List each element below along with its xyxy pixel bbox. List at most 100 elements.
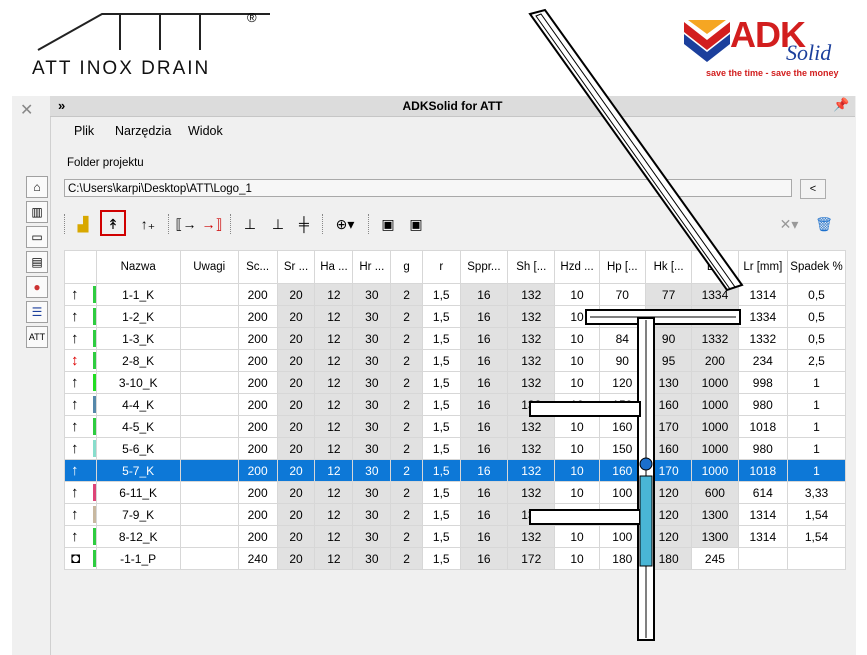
- table-cell-sr[interactable]: 20: [276, 459, 316, 482]
- table-cell-lr-mm[interactable]: 980: [737, 393, 789, 416]
- table-cell-lr-mm[interactable]: 1332: [737, 327, 789, 350]
- table-cell-sr[interactable]: 20: [276, 415, 316, 438]
- table-cell-hk[interactable]: 120: [644, 481, 693, 504]
- table-cell-lr-mm[interactable]: 998: [737, 371, 789, 394]
- table-cell-uwagi[interactable]: [179, 481, 239, 504]
- table-cell-ha[interactable]: 12: [314, 349, 354, 372]
- table-cell-r[interactable]: 1,5: [421, 415, 461, 438]
- table-cell-hzd[interactable]: 10: [554, 481, 600, 504]
- table-cell-ha[interactable]: 12: [314, 283, 354, 306]
- table-cell-hp[interactable]: 150: [598, 393, 646, 416]
- table-cell-sppr[interactable]: 16: [459, 525, 509, 548]
- table-cell-sh[interactable]: 132: [507, 437, 556, 460]
- table-cell-sppr[interactable]: 16: [459, 459, 509, 482]
- table-cell-sh[interactable]: 132: [507, 327, 556, 350]
- table-cell-lr-mm[interactable]: 234: [737, 349, 789, 372]
- table-cell-sppr[interactable]: 16: [459, 437, 509, 460]
- table-cell-lr-mm[interactable]: 1314: [737, 503, 789, 526]
- table-cell-l[interactable]: 1334: [691, 283, 739, 306]
- row-type-icon[interactable]: ↑: [64, 503, 97, 526]
- add-trench-icon[interactable]: ▟: [70, 212, 96, 236]
- table-cell-hzd[interactable]: 10: [554, 327, 600, 350]
- column-header-4[interactable]: Sr ...: [276, 250, 316, 284]
- table-cell-spadek[interactable]: 2,5: [787, 349, 846, 372]
- table-cell-hk[interactable]: 160: [644, 393, 693, 416]
- column-header-10[interactable]: Sh [...: [507, 250, 556, 284]
- table-cell-hr[interactable]: 30: [352, 393, 392, 416]
- table-cell-hzd[interactable]: 10: [554, 371, 600, 394]
- table-cell-hk[interactable]: 120: [644, 503, 693, 526]
- row-type-icon[interactable]: ↑: [64, 415, 97, 438]
- table-cell-r[interactable]: 1,5: [421, 525, 461, 548]
- table-row[interactable]: ↑ 7-9_K 200 20 12 30 2 1,5 16 132 10 100 120 1300 1314…: [64, 503, 846, 526]
- table-row[interactable]: ↕ 2-8_K 200 20 12 30 2 1,5 16 132 10 90 95 200 234 2,5: [64, 349, 846, 372]
- table-cell-sh[interactable]: 132: [507, 525, 556, 548]
- column-header-5[interactable]: Ha ...: [314, 250, 354, 284]
- table-cell-spadek[interactable]: 1,54: [787, 525, 846, 548]
- channel-up-icon[interactable]: ⊥: [266, 212, 290, 236]
- table-cell-hk[interactable]: 180: [644, 547, 693, 570]
- table-cell-sr[interactable]: 20: [276, 283, 316, 306]
- layout-icon[interactable]: ▤: [26, 251, 48, 273]
- table-cell-l[interactable]: 1000: [691, 371, 739, 394]
- table-cell-hr[interactable]: 30: [352, 503, 392, 526]
- table-cell-spadek[interactable]: 0,5: [787, 283, 846, 306]
- table-cell-sppr[interactable]: 16: [459, 547, 509, 570]
- table-cell-uwagi[interactable]: [179, 283, 239, 306]
- table-row[interactable]: ↑ 4-5_K 200 20 12 30 2 1,5 16 132 10 160 170 1000 1018…: [64, 415, 846, 438]
- table-cell-hk[interactable]: 170: [644, 415, 693, 438]
- folder-icon[interactable]: ▭: [26, 226, 48, 248]
- table-cell-uwagi[interactable]: [179, 415, 239, 438]
- table-cell-hp[interactable]: 100: [598, 481, 646, 504]
- table-cell-sppr[interactable]: 16: [459, 371, 509, 394]
- table-cell-sppr[interactable]: 16: [459, 327, 509, 350]
- column-header-9[interactable]: Sppr...: [459, 250, 509, 284]
- table-cell-hzd[interactable]: 10: [554, 525, 600, 548]
- column-header-2[interactable]: Uwagi: [179, 250, 239, 284]
- column-header-16[interactable]: Spadek %: [787, 250, 846, 284]
- table-cell-l[interactable]: 1000: [691, 459, 739, 482]
- table-cell-sc[interactable]: 200: [237, 525, 278, 548]
- table-cell-hp[interactable]: 100: [598, 503, 646, 526]
- table-cell-l[interactable]: 245: [691, 547, 739, 570]
- table-cell-hr[interactable]: 30: [352, 305, 392, 328]
- row-type-icon[interactable]: ↑: [64, 305, 97, 328]
- column-header-13[interactable]: Hk [...: [644, 250, 693, 284]
- table-cell-sppr[interactable]: 16: [459, 393, 509, 416]
- table-cell-sc[interactable]: 200: [237, 283, 278, 306]
- table-cell-sh[interactable]: 132: [507, 481, 556, 504]
- table-cell-r[interactable]: 1,5: [421, 393, 461, 416]
- split-icon[interactable]: ╪: [292, 212, 316, 236]
- table-cell-ha[interactable]: 12: [314, 481, 354, 504]
- view-channel-button[interactable]: ↟: [100, 210, 126, 236]
- table-cell-hzd[interactable]: 10: [554, 503, 600, 526]
- table-cell-l[interactable]: 200: [691, 349, 739, 372]
- table-cell-hp[interactable]: 180: [598, 547, 646, 570]
- table-cell-l[interactable]: 1000: [691, 393, 739, 416]
- table-cell-hr[interactable]: 30: [352, 283, 392, 306]
- table-cell-spadek[interactable]: 1,54: [787, 503, 846, 526]
- table-cell-sc[interactable]: 200: [237, 481, 278, 504]
- table-cell-spadek[interactable]: 0,5: [787, 305, 846, 328]
- table-cell-nazwa[interactable]: 7-9_K: [95, 503, 181, 526]
- table-cell-sc[interactable]: 200: [237, 371, 278, 394]
- table-cell-r[interactable]: 1,5: [421, 371, 461, 394]
- row-type-icon[interactable]: ◘: [64, 547, 97, 570]
- table-cell-ha[interactable]: 12: [314, 525, 354, 548]
- table-cell-g[interactable]: 2: [390, 393, 423, 416]
- table-cell-spadek[interactable]: 0,5: [787, 327, 846, 350]
- table-row[interactable]: ↑ 6-11_K 200 20 12 30 2 1,5 16 132 10 100 120 600 614 3…: [64, 481, 846, 504]
- outlet-delete-icon[interactable]: ▣: [404, 212, 428, 236]
- row-type-icon[interactable]: ↑: [64, 327, 97, 350]
- folder-browse-button[interactable]: <: [800, 179, 826, 199]
- table-cell-hk[interactable]: 130: [644, 371, 693, 394]
- table-cell-uwagi[interactable]: [179, 393, 239, 416]
- table-cell-hp[interactable]: 150: [598, 437, 646, 460]
- table-row[interactable]: ↑ 4-4_K 200 20 12 30 2 1,5 16 132 10 150 160 1000 980 1: [64, 393, 846, 416]
- table-cell-g[interactable]: 2: [390, 283, 423, 306]
- insert-delete-icon[interactable]: →⟧: [200, 212, 224, 236]
- table-cell-sh[interactable]: 132: [507, 503, 556, 526]
- table-cell-r[interactable]: 1,5: [421, 437, 461, 460]
- table-row[interactable]: ↑ 5-7_K 200 20 12 30 2 1,5 16 132 10 160 170 1000 1018…: [64, 459, 846, 482]
- column-header-0[interactable]: [64, 250, 97, 284]
